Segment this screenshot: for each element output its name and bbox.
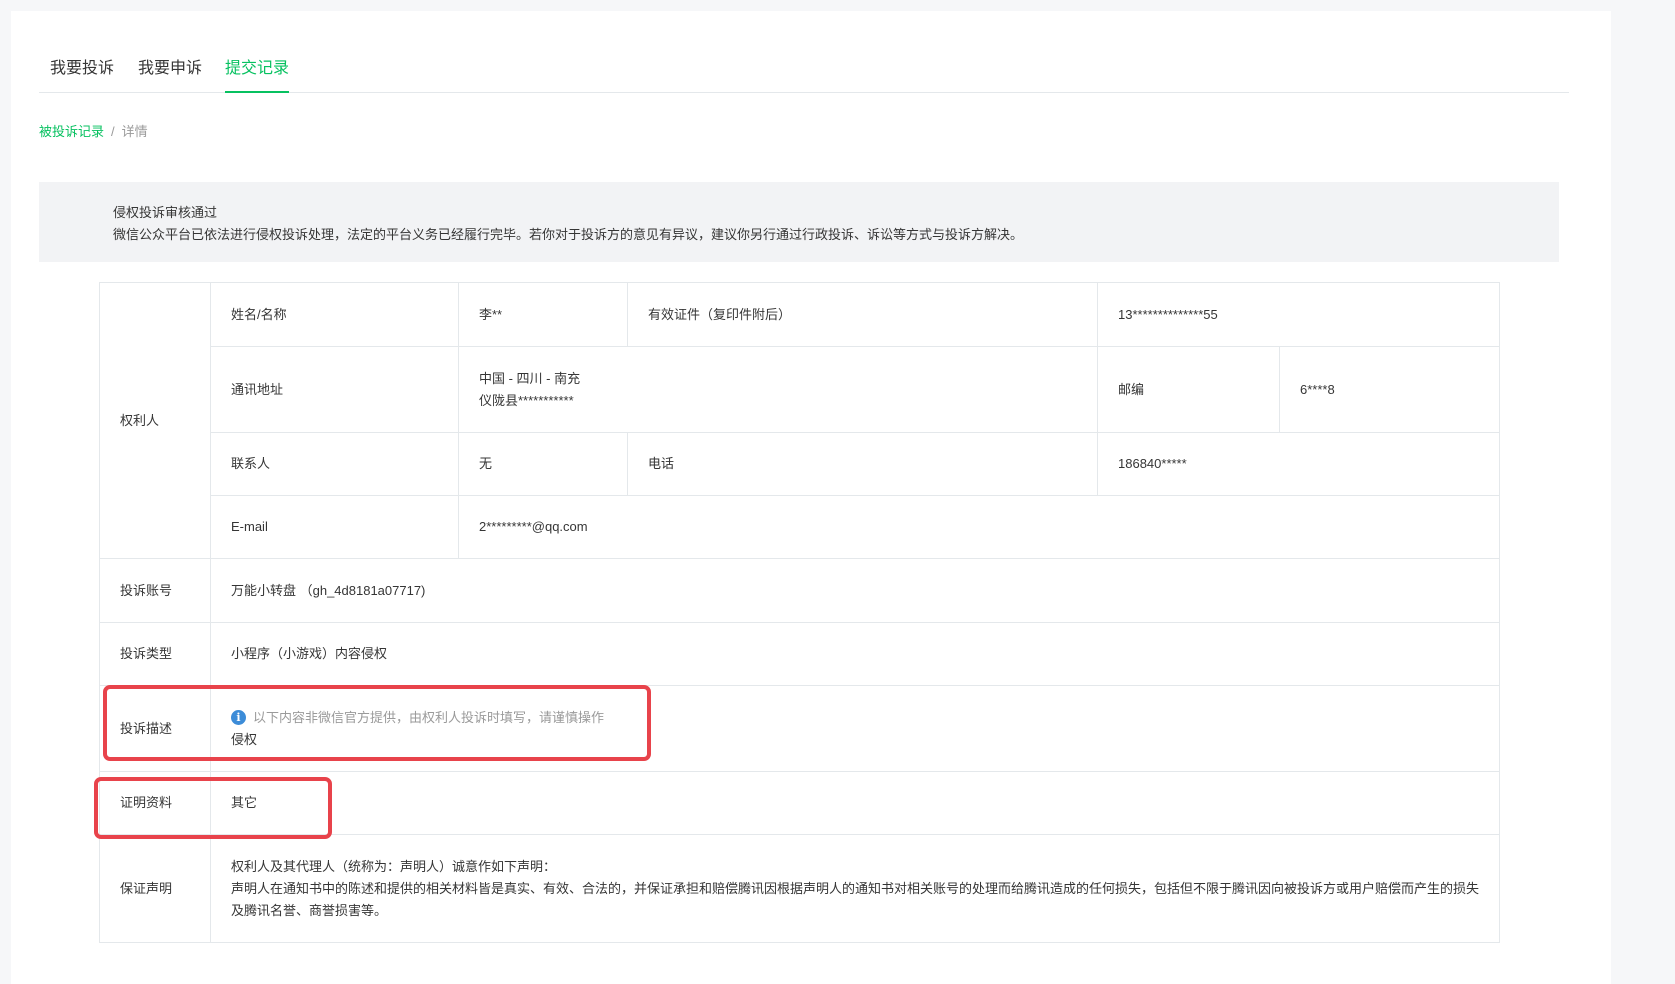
statement-line-1: 权利人及其代理人（统称为：声明人）诚意作如下声明： [231,858,557,874]
email-value: 2*********@qq.com [458,495,1500,559]
table-row: 投诉描述 i 以下内容非微信官方提供，由权利人投诉时填写，请谨慎操作 侵权 [99,685,1500,772]
postcode-label: 邮编 [1097,346,1280,433]
statement-value: 权利人及其代理人（统称为：声明人）诚意作如下声明： 声明人在通知书中的陈述和提供… [210,834,1500,943]
address-line-2: 仪陇县*********** [479,392,574,408]
description-value: 侵权 [231,731,258,747]
table-row: 权利人 姓名/名称 李** 有效证件（复印件附后） 13************… [99,282,1500,559]
phone-value: 186840***** [1097,432,1500,496]
contact-label: 联系人 [210,432,459,496]
breadcrumb: 被投诉记录 / 详情 [39,121,148,140]
address-value: 中国 - 四川 - 南充 仪陇县*********** [458,346,1098,433]
complaint-detail-table: 权利人 姓名/名称 李** 有效证件（复印件附后） 13************… [99,282,1500,943]
statement-label: 保证声明 [99,834,211,943]
id-document-value: 13**************55 [1097,282,1500,347]
description-label: 投诉描述 [99,685,211,772]
table-row: E-mail 2*********@qq.com [100,495,1500,559]
info-icon: i [231,710,246,725]
rights-holder-label: 权利人 [99,282,211,559]
table-row: 证明资料 其它 [99,771,1500,835]
statement-line-2: 声明人在通知书中的陈述和提供的相关材料皆是真实、有效、合法的，并保证承担和赔偿腾… [231,880,1480,918]
tab-appeal[interactable]: 我要申诉 [138,60,202,93]
breadcrumb-parent-link[interactable]: 被投诉记录 [39,124,104,139]
address-line-1: 中国 - 四川 - 南充 [479,370,581,386]
table-row: 保证声明 权利人及其代理人（统称为：声明人）诚意作如下声明： 声明人在通知书中的… [99,834,1500,943]
tab-records[interactable]: 提交记录 [225,60,290,93]
name-label: 姓名/名称 [210,282,459,347]
complaint-type-label: 投诉类型 [99,622,211,686]
email-label: E-mail [210,495,459,559]
account-label: 投诉账号 [99,558,211,623]
contact-value: 无 [458,432,628,496]
table-row: 投诉类型 小程序（小游戏）内容侵权 [99,622,1500,686]
account-value: 万能小转盘 （gh_4d8181a07717) [210,558,1500,623]
phone-label: 电话 [627,432,1098,496]
evidence-label: 证明资料 [99,771,211,835]
breadcrumb-current: 详情 [121,124,148,139]
evidence-value: 其它 [210,771,1500,835]
breadcrumb-separator: / [111,124,115,139]
table-row: 通讯地址 中国 - 四川 - 南充 仪陇县*********** 邮编 6***… [100,346,1500,433]
name-value: 李** [458,282,628,347]
address-label: 通讯地址 [210,346,459,433]
description-hint: i 以下内容非微信官方提供，由权利人投诉时填写，请谨慎操作 [231,707,1479,729]
postcode-value: 6****8 [1279,346,1500,433]
complaint-type-value: 小程序（小游戏）内容侵权 [210,622,1500,686]
description-hint-text: 以下内容非微信官方提供，由权利人投诉时填写，请谨慎操作 [253,709,605,725]
status-notice: 侵权投诉审核通过 微信公众平台已依法进行侵权投诉处理，法定的平台义务已经履行完毕… [39,182,1559,262]
tab-complain[interactable]: 我要投诉 [50,60,114,93]
notice-body: 微信公众平台已依法进行侵权投诉处理，法定的平台义务已经履行完毕。若你对于投诉方的… [113,227,1024,242]
description-value-cell: i 以下内容非微信官方提供，由权利人投诉时填写，请谨慎操作 侵权 [210,685,1500,772]
tab-bar: 我要投诉 我要申诉 提交记录 [39,48,1569,93]
table-row: 联系人 无 电话 186840***** [100,432,1500,496]
table-row: 投诉账号 万能小转盘 （gh_4d8181a07717) [99,558,1500,623]
id-document-label: 有效证件（复印件附后） [627,282,1098,347]
notice-title: 侵权投诉审核通过 [113,205,218,220]
